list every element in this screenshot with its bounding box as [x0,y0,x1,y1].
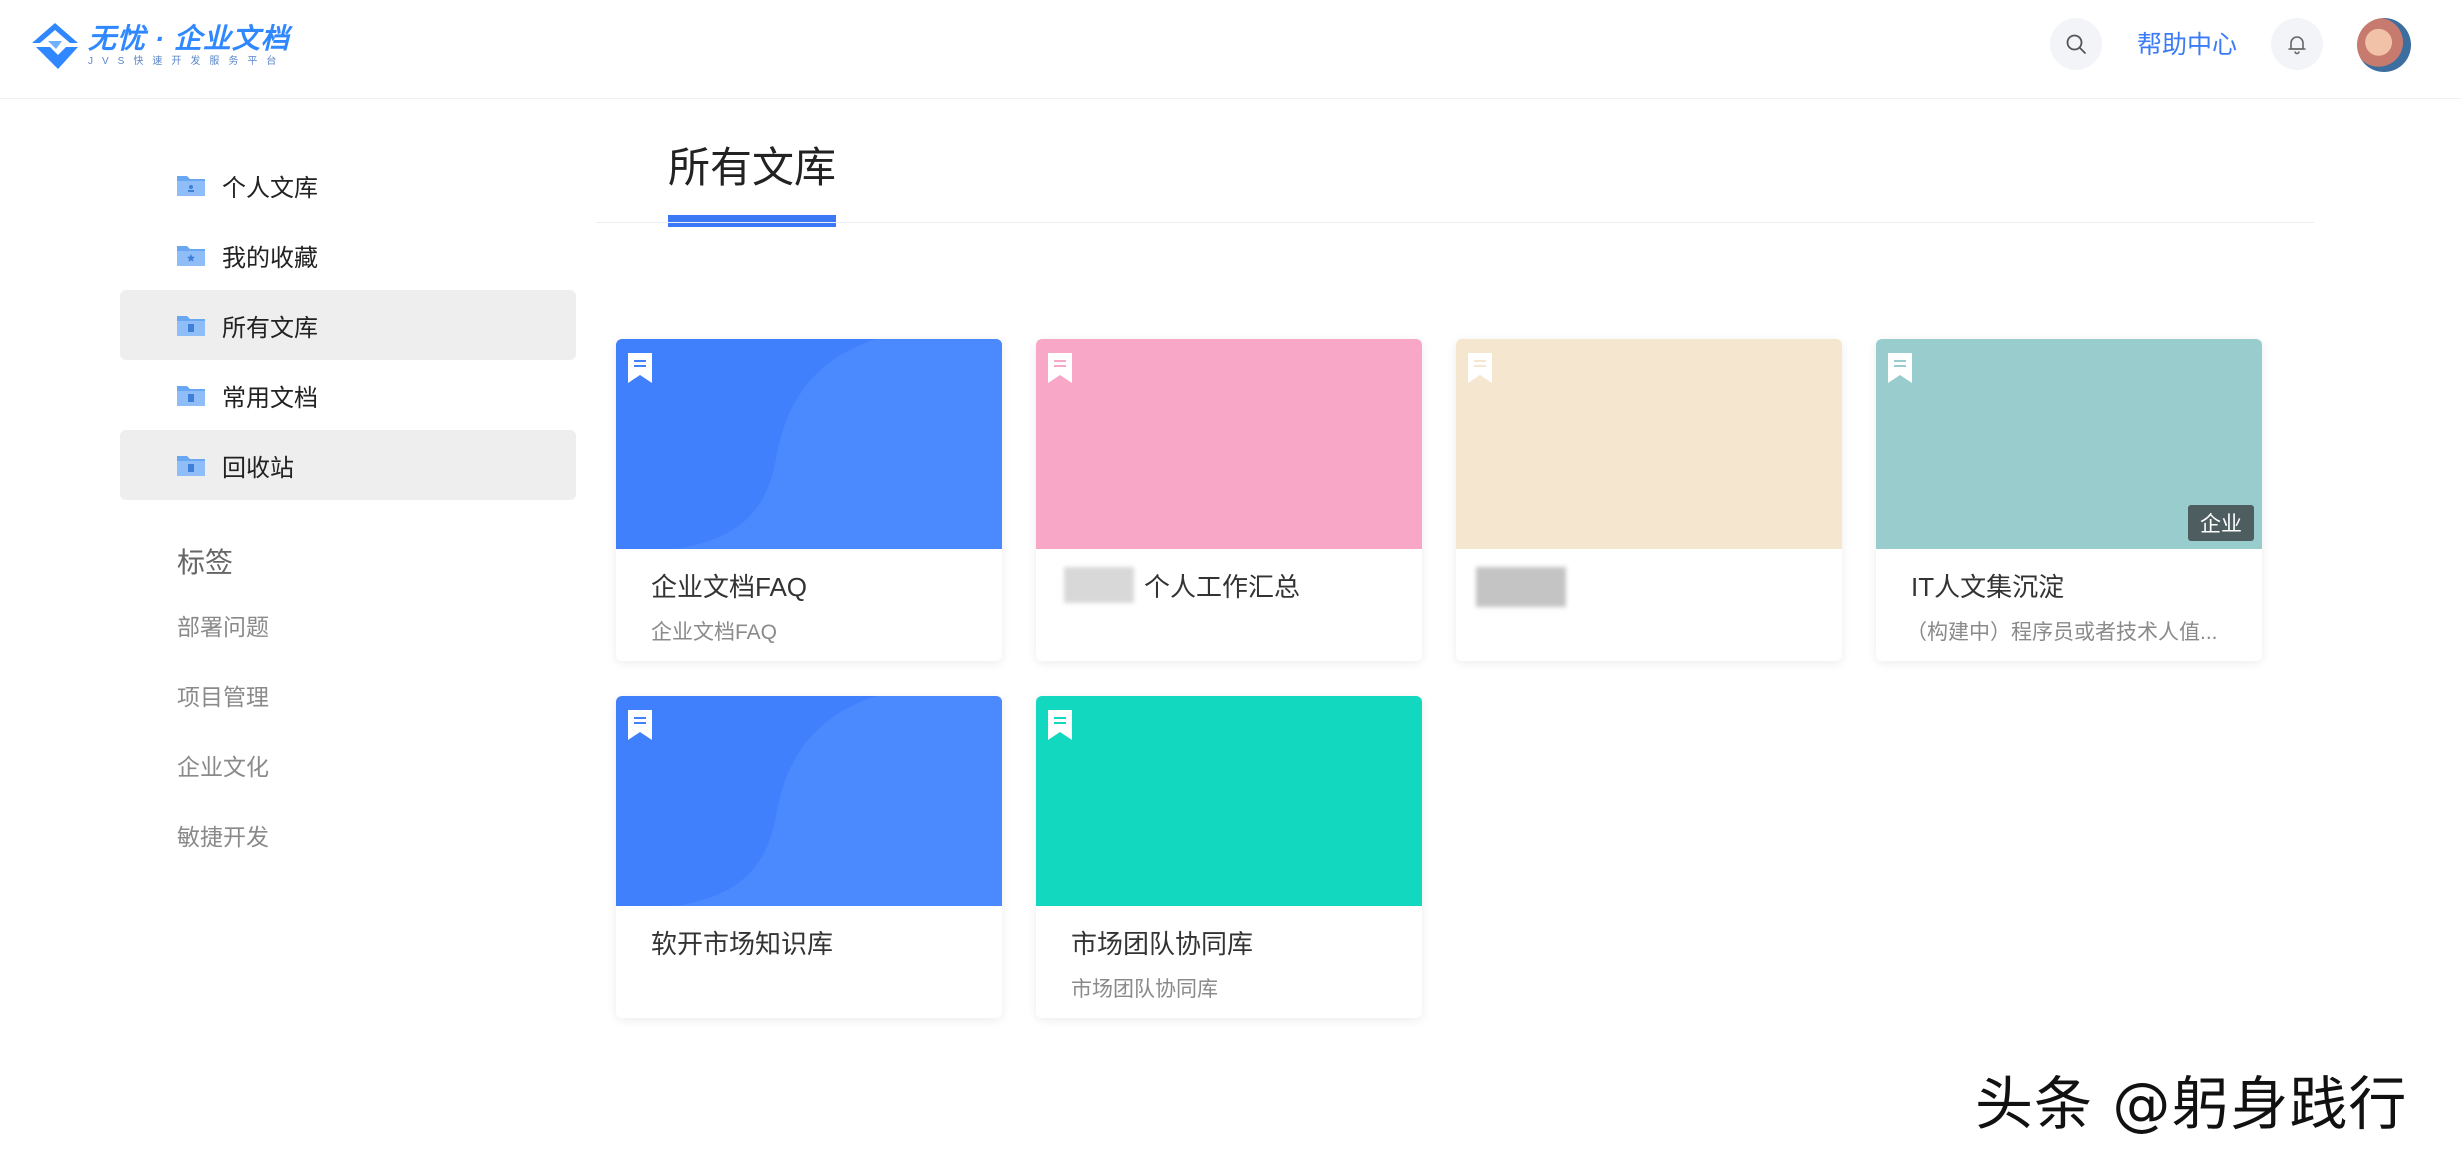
sidebar: 个人文库 我的收藏 所有文库 常用文档 回收站 [120,150,576,500]
sidebar-item-label: 常用文档 [222,384,318,412]
card-title: IT人文集沉淀 [1911,572,2065,602]
folder-user-icon [177,176,205,196]
card-description: （构建中）程序员或者技术人值... [1906,621,2218,644]
sidebar-item-personal-library[interactable]: 个人文库 [120,150,576,220]
library-card-faq[interactable]: 企业文档FAQ 企业文档FAQ [616,339,1002,661]
card-cover [1036,339,1422,549]
user-avatar[interactable] [2357,18,2411,72]
help-center-link[interactable]: 帮助中心 [2137,28,2237,62]
logo-title: 无忧 · 企业文档 [88,23,290,54]
library-card-blurred[interactable] [1456,339,1842,661]
library-card-personal-summary[interactable]: 个人工作汇总 [1036,339,1422,661]
tag-deployment[interactable]: 部署问题 [177,608,269,642]
card-description: 市场团队协同库 [1071,978,1218,1001]
blurred-text [1064,567,1134,603]
card-title: 市场团队协同库 [1071,929,1254,959]
divider [596,222,2314,223]
sidebar-item-recycle-bin[interactable]: 回收站 [120,430,576,500]
app-logo[interactable]: 无忧 · 企业文档 JVS快速开发服务平台 [28,18,290,74]
folder-star-icon [177,246,205,266]
library-card-it-collection[interactable]: 企业 IT人文集沉淀 （构建中）程序员或者技术人值... [1876,339,2262,661]
bookmark-icon [1048,710,1072,740]
tags-heading: 标签 [177,547,234,578]
logo-icon [32,23,78,69]
page-title: 所有文库 [668,144,837,191]
sidebar-item-common-docs[interactable]: 常用文档 [120,360,576,430]
card-description: 企业文档FAQ [651,621,778,644]
notification-button[interactable] [2271,18,2323,70]
folder-doc-icon [177,386,205,406]
active-tab-indicator [668,215,836,227]
sidebar-item-favorites[interactable]: 我的收藏 [120,220,576,290]
cover-wave [676,339,1002,549]
folder-doc-icon [177,316,205,336]
sidebar-item-label: 我的收藏 [222,244,318,272]
search-button[interactable] [2050,18,2102,70]
card-cover [616,339,1002,549]
bell-icon [2288,36,2306,55]
sidebar-item-label: 个人文库 [222,174,318,202]
card-cover [1036,696,1422,906]
card-cover [616,696,1002,906]
sidebar-item-label: 回收站 [222,454,294,482]
card-cover: 企业 [1876,339,2262,549]
folder-trash-icon [177,456,205,476]
card-cover [1456,339,1842,549]
library-card-software-market[interactable]: 软开市场知识库 [616,696,1002,1018]
bookmark-icon [1468,353,1492,383]
sidebar-item-label: 所有文库 [222,314,318,342]
search-icon [2066,34,2086,54]
watermark: 头条 @躬身践行 [1975,1070,2408,1138]
card-title: 个人工作汇总 [1144,572,1301,602]
cover-wave [676,696,1002,906]
card-title: 企业文档FAQ [651,572,808,602]
top-header: 无忧 · 企业文档 JVS快速开发服务平台 帮助中心 [0,0,2461,99]
library-card-market-team[interactable]: 市场团队协同库 市场团队协同库 [1036,696,1422,1018]
bookmark-icon [628,710,652,740]
logo-subtitle: JVS快速开发服务平台 [88,56,286,67]
tag-agile-development[interactable]: 敏捷开发 [177,818,269,852]
blurred-text [1476,567,1566,607]
bookmark-icon [1888,353,1912,383]
bookmark-icon [628,353,652,383]
card-title: 软开市场知识库 [651,929,834,959]
sidebar-item-all-libraries[interactable]: 所有文库 [120,290,576,360]
tag-corporate-culture[interactable]: 企业文化 [177,748,269,782]
enterprise-badge: 企业 [2188,505,2254,541]
tag-project-management[interactable]: 项目管理 [177,678,269,712]
bookmark-icon [1048,353,1072,383]
